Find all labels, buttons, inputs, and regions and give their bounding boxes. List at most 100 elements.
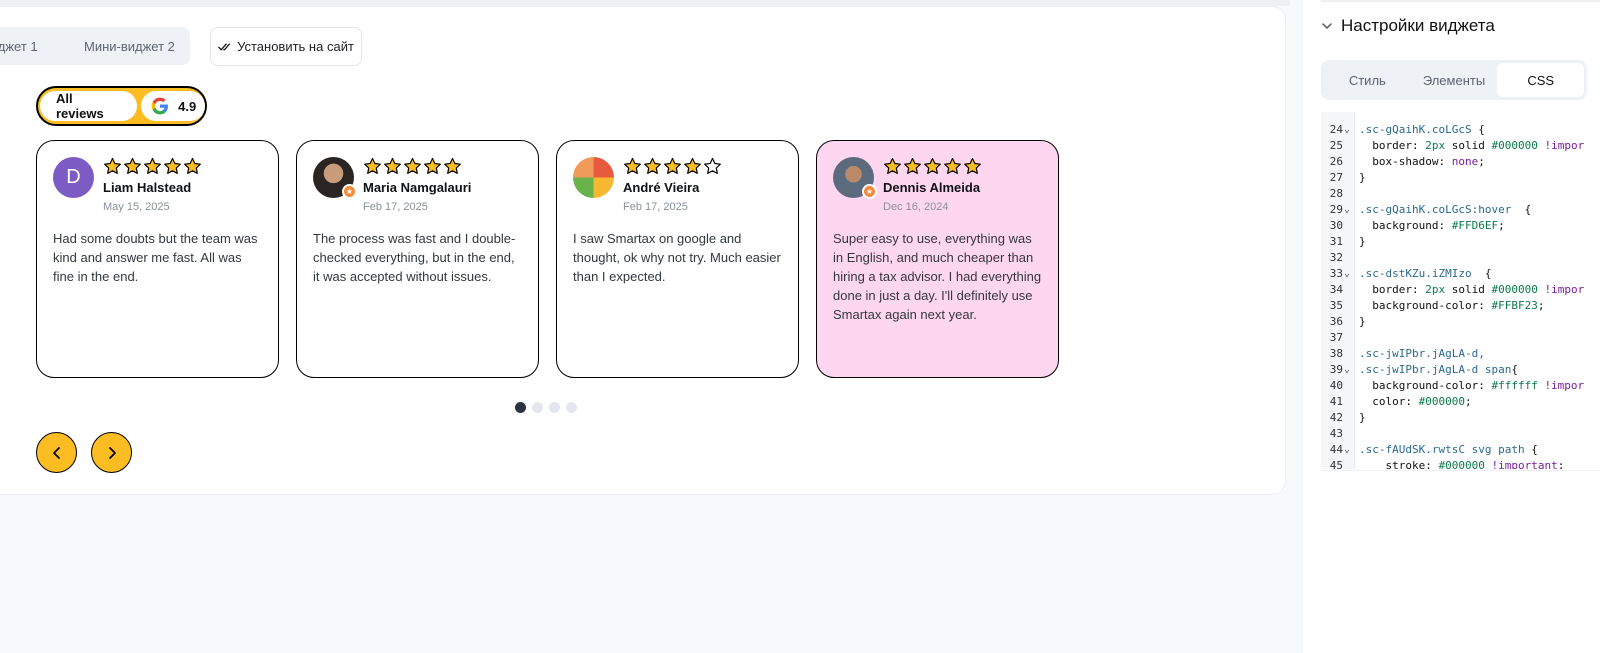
tab-css[interactable]: CSS bbox=[1497, 63, 1585, 97]
code-text: } bbox=[1359, 171, 1366, 184]
code-text: border: 2px solid #000000 !impor bbox=[1359, 139, 1585, 152]
install-on-site-button[interactable]: Установить на сайт bbox=[210, 27, 362, 66]
css-code-editor[interactable]: 24 ⌄ .sc-gQaihK.coLGcS {25 border: 2px sol… bbox=[1321, 112, 1600, 469]
widget-tabs: и-виджет 1 Мини-виджет 2 bbox=[0, 27, 190, 65]
sidebar-title: Настройки виджета bbox=[1341, 16, 1495, 35]
tab-mini-widget-2[interactable]: Мини-виджет 2 bbox=[84, 39, 175, 54]
line-number: 40 bbox=[1329, 379, 1343, 392]
tab-mini-widget-1[interactable]: и-виджет 1 bbox=[0, 39, 38, 54]
code-text: .sc-fAUdSK.rwtsC svg path { bbox=[1359, 443, 1538, 456]
star-empty-icon bbox=[704, 157, 721, 174]
star-filled-icon bbox=[624, 157, 641, 174]
code-text: .sc-jwIPbr.jAgLA-d span{ bbox=[1359, 363, 1518, 376]
code-line: 24 ⌄ .sc-gQaihK.coLGcS { bbox=[1321, 122, 1600, 138]
avatar: ★ bbox=[833, 157, 877, 199]
badge-icon: ★ bbox=[862, 184, 877, 199]
code-line: 40 background-color: #ffffff !impor bbox=[1321, 378, 1600, 394]
reviewer-name: Dennis Almeida bbox=[883, 180, 981, 195]
line-number: 43 bbox=[1329, 427, 1343, 440]
settings-tabs: Стиль Элементы CSS bbox=[1321, 60, 1587, 100]
avatar bbox=[573, 157, 614, 198]
star-filled-icon bbox=[944, 157, 961, 174]
line-number: 26 bbox=[1329, 155, 1343, 168]
code-line: 45 stroke: #000000 !important; bbox=[1321, 458, 1600, 469]
star-filled-icon bbox=[104, 157, 121, 174]
code-text: border: 2px solid #000000 !impor bbox=[1359, 283, 1585, 296]
line-number: 45 bbox=[1329, 459, 1343, 469]
code-line: 32 bbox=[1321, 250, 1600, 266]
fold-icon[interactable]: ⌄ bbox=[1344, 266, 1350, 282]
chevron-left-icon bbox=[52, 446, 60, 459]
widget-preview-area: и-виджет 1 Мини-виджет 2 Установить на с… bbox=[0, 0, 1290, 653]
pagination-dot[interactable] bbox=[549, 402, 560, 413]
avatar: D bbox=[53, 157, 94, 198]
star-filled-icon bbox=[164, 157, 181, 174]
code-text: background-color: #FFBF23; bbox=[1359, 299, 1545, 312]
code-text: } bbox=[1359, 235, 1366, 248]
code-text: .sc-dstKZu.iZMIzo { bbox=[1359, 267, 1492, 280]
pagination-dot[interactable] bbox=[515, 402, 526, 413]
all-reviews-button[interactable]: All reviews bbox=[40, 91, 138, 121]
widget-settings-header[interactable]: Настройки виджета bbox=[1321, 16, 1495, 36]
code-line: 31} bbox=[1321, 234, 1600, 250]
line-number: 36 bbox=[1329, 315, 1343, 328]
review-card[interactable]: André Vieira Feb 17, 2025 I saw Smartax … bbox=[556, 140, 799, 378]
review-date: Dec 16, 2024 bbox=[883, 201, 949, 213]
pagination-dot[interactable] bbox=[532, 402, 543, 413]
code-text: stroke: #000000 !important; bbox=[1359, 459, 1565, 469]
star-filled-icon bbox=[684, 157, 701, 174]
code-text: color: #000000; bbox=[1359, 395, 1472, 408]
line-number: 38 bbox=[1329, 347, 1343, 360]
code-line: 25 border: 2px solid #000000 !impor bbox=[1321, 138, 1600, 154]
code-line: 33 ⌄ .sc-dstKZu.iZMIzo { bbox=[1321, 266, 1600, 282]
code-line: 37 bbox=[1321, 330, 1600, 346]
code-line: 39 ⌄ .sc-jwIPbr.jAgLA-d span{ bbox=[1321, 362, 1600, 378]
review-date: May 15, 2025 bbox=[103, 201, 170, 213]
fold-icon[interactable]: ⌄ bbox=[1344, 122, 1350, 138]
code-line: 42} bbox=[1321, 410, 1600, 426]
code-text: .sc-gQaihK.coLGcS { bbox=[1359, 123, 1485, 136]
line-number: 37 bbox=[1329, 331, 1343, 344]
line-number: 24 bbox=[1329, 123, 1343, 136]
code-line: 41 color: #000000; bbox=[1321, 394, 1600, 410]
avatar: ★ bbox=[313, 157, 357, 199]
google-rating[interactable]: 4.9 bbox=[141, 91, 205, 121]
line-number: 25 bbox=[1329, 139, 1343, 152]
code-line: 36} bbox=[1321, 314, 1600, 330]
star-filled-icon bbox=[904, 157, 921, 174]
fold-icon[interactable]: ⌄ bbox=[1344, 202, 1350, 218]
tab-elements[interactable]: Элементы bbox=[1411, 63, 1498, 97]
double-check-icon bbox=[218, 43, 231, 51]
tab-style[interactable]: Стиль bbox=[1324, 63, 1411, 97]
line-number: 28 bbox=[1329, 187, 1343, 200]
pagination-dot[interactable] bbox=[566, 402, 577, 413]
prev-button[interactable] bbox=[36, 432, 77, 473]
install-label: Установить на сайт bbox=[237, 39, 354, 54]
star-filled-icon bbox=[404, 157, 421, 174]
line-number: 30 bbox=[1329, 219, 1343, 232]
star-filled-icon bbox=[884, 157, 901, 174]
chevron-right-icon bbox=[108, 446, 116, 459]
code-line: 38 .sc-jwIPbr.jAgLA-d, bbox=[1321, 346, 1600, 362]
review-card[interactable]: ★ Maria Namgalauri Feb 17, 2025 The proc… bbox=[296, 140, 539, 378]
divider bbox=[1321, 0, 1600, 2]
review-date: Feb 17, 2025 bbox=[363, 201, 428, 213]
review-card[interactable]: D Liam Halstead May 15, 2025 Had some do… bbox=[36, 140, 279, 378]
code-line: 26 box-shadow: none; bbox=[1321, 154, 1600, 170]
review-card[interactable]: ★ Dennis Almeida Dec 16, 2024 Super easy… bbox=[816, 140, 1059, 378]
review-date: Feb 17, 2025 bbox=[623, 201, 688, 213]
code-line: 27} bbox=[1321, 170, 1600, 186]
line-number: 39 bbox=[1329, 363, 1343, 376]
star-filled-icon bbox=[124, 157, 141, 174]
next-button[interactable] bbox=[91, 432, 132, 473]
fold-icon[interactable]: ⌄ bbox=[1344, 362, 1350, 378]
code-line: 35 background-color: #FFBF23; bbox=[1321, 298, 1600, 314]
code-text: .sc-jwIPbr.jAgLA-d, bbox=[1359, 347, 1485, 360]
code-text: box-shadow: none; bbox=[1359, 155, 1485, 168]
star-filled-icon bbox=[184, 157, 201, 174]
line-number: 27 bbox=[1329, 171, 1343, 184]
code-text: background: #FFD6EF; bbox=[1359, 219, 1505, 232]
star-filled-icon bbox=[364, 157, 381, 174]
line-number: 42 bbox=[1329, 411, 1343, 424]
fold-icon[interactable]: ⌄ bbox=[1344, 442, 1350, 458]
